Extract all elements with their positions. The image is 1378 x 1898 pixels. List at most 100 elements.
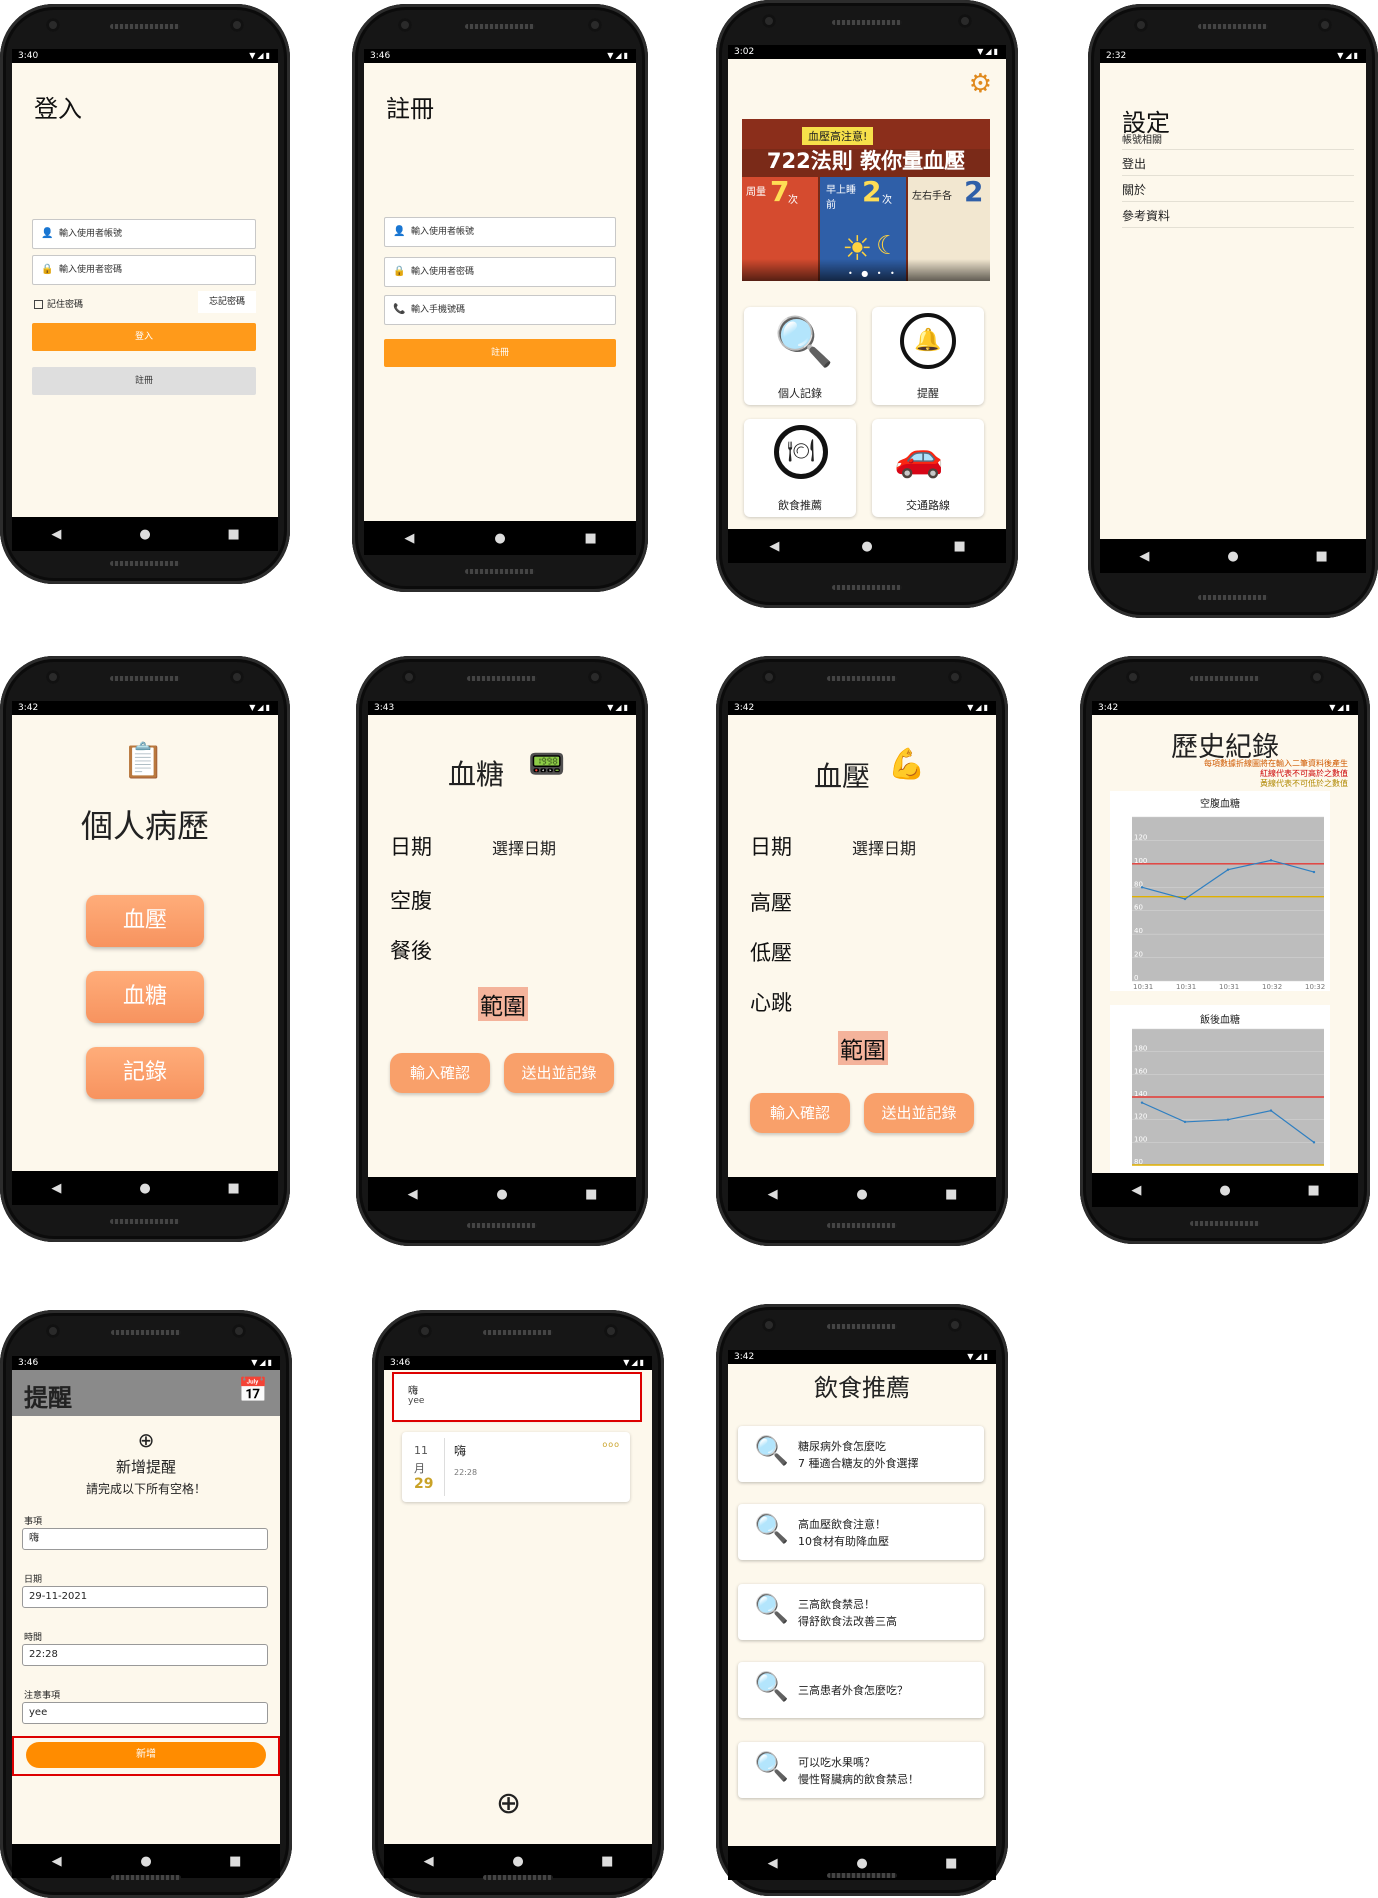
phone-login: 3:40 ▼◢▮ 登入 👤 輸入使用者帳號 🔒 輸入使用者密碼 記住密碼 忘記密碼 登…	[0, 4, 290, 584]
time-input[interactable]: 22:28	[22, 1644, 268, 1666]
back-icon[interactable]: ◀	[743, 1187, 803, 1202]
more-options-icon[interactable]: ooo	[602, 1440, 620, 1449]
carousel-dots[interactable]: • ● • •	[848, 269, 898, 278]
banner-text-2: 早上睡前	[826, 185, 856, 211]
card-month-number: 11	[414, 1444, 428, 1457]
home-icon[interactable]: ●	[470, 531, 530, 546]
recents-icon[interactable]: ■	[921, 1856, 981, 1871]
submit-record-button[interactable]: 送出並記錄	[864, 1093, 974, 1133]
confirm-button[interactable]: 輸入確認	[750, 1093, 850, 1133]
home-icon[interactable]: ●	[115, 527, 175, 542]
home-icon[interactable]: ●	[832, 1187, 892, 1202]
settings-references[interactable]: 參考資料	[1122, 207, 1354, 228]
diet-article-title: 三高患者外食怎麼吃？	[798, 1684, 908, 1697]
back-icon[interactable]: ◀	[27, 1854, 87, 1869]
x-tick-label: 10:32	[1262, 983, 1282, 991]
back-icon[interactable]: ◀	[744, 539, 804, 554]
date-input[interactable]: 29-11-2021	[22, 1586, 268, 1608]
personal-record-label: 個人記錄	[778, 387, 822, 400]
phone-register: 3:46 ▼◢▮ 註冊 👤 輸入使用者帳號 🔒 輸入使用者密碼 📞 輸入手機號碼 註冊 …	[352, 4, 648, 592]
login-button[interactable]: 登入	[32, 323, 256, 351]
data-point	[1226, 868, 1230, 871]
banner-carousel[interactable]: 血壓高注意! 722法則 教你量血壓 周量 7 次 早上睡前 2 次 左右手各 …	[742, 119, 990, 281]
pulse-label: 心跳	[750, 991, 792, 1015]
banner-unit-1: 次	[788, 195, 798, 206]
data-point	[1140, 1101, 1144, 1104]
blood-sugar-button[interactable]: 血糖	[86, 971, 204, 1023]
confirm-button[interactable]: 輸入確認	[390, 1053, 490, 1093]
recents-icon[interactable]: ■	[204, 527, 264, 542]
settings-account[interactable]: 帳號相關	[1122, 131, 1354, 150]
recents-icon[interactable]: ■	[1284, 1183, 1344, 1198]
back-icon[interactable]: ◀	[26, 1181, 86, 1196]
gear-icon[interactable]: ⚙	[969, 69, 992, 99]
home-icon[interactable]: ●	[472, 1187, 532, 1202]
records-button[interactable]: 記錄	[86, 1047, 204, 1099]
home-icon[interactable]: ●	[488, 1854, 548, 1869]
recents-icon[interactable]: ■	[577, 1854, 637, 1869]
settings-logout[interactable]: 登出	[1122, 155, 1354, 176]
diet-article-1[interactable]: 🔍 糖尿病外食怎麼吃 7 種適合糖友的外食選擇	[738, 1426, 984, 1482]
register-button[interactable]: 註冊	[32, 367, 256, 395]
remember-checkbox[interactable]: 記住密碼	[34, 297, 83, 310]
back-icon[interactable]: ◀	[383, 1187, 443, 1202]
calendar-icon[interactable]: 📅	[238, 1376, 268, 1404]
date-picker[interactable]: 選擇日期	[492, 835, 556, 859]
diastolic-label: 低壓	[750, 941, 792, 965]
back-icon[interactable]: ◀	[399, 1854, 459, 1869]
recents-icon[interactable]: ■	[204, 1181, 264, 1196]
settings-about[interactable]: 關於	[1122, 181, 1354, 202]
username-input[interactable]: 👤 輸入使用者帳號	[32, 219, 256, 249]
reminder-card[interactable]: 🔔 提醒	[872, 307, 984, 405]
add-circle-button[interactable]: ⊕	[496, 1786, 521, 1821]
home-icon[interactable]: ●	[1195, 1183, 1255, 1198]
date-picker[interactable]: 選擇日期	[852, 835, 916, 859]
username-input[interactable]: 👤 輸入使用者帳號	[384, 217, 616, 247]
diet-article-5[interactable]: 🔍 可以吃水果嗎？ 慢性腎臟病的飲食禁忌！	[738, 1742, 984, 1798]
home-icon[interactable]: ●	[837, 539, 897, 554]
home-icon[interactable]: ●	[1203, 549, 1263, 564]
recents-icon[interactable]: ■	[1292, 549, 1352, 564]
register-button[interactable]: 註冊	[384, 339, 616, 367]
diet-article-4[interactable]: 🔍 三高患者外食怎麼吃？	[738, 1662, 984, 1718]
settings-screen: 2:32 ▼◢▮ 設定 帳號相關 登出 關於 參考資料	[1100, 49, 1366, 539]
recents-icon[interactable]: ■	[561, 531, 621, 546]
back-icon[interactable]: ◀	[1114, 549, 1174, 564]
forgot-password-button[interactable]: 忘記密碼	[198, 291, 256, 313]
back-icon[interactable]: ◀	[26, 527, 86, 542]
home-icon[interactable]: ●	[832, 1856, 892, 1871]
y-tick-label: 0	[1134, 974, 1138, 982]
recents-icon[interactable]: ■	[561, 1187, 621, 1202]
diet-article-3[interactable]: 🔍 三高飲食禁忌！ 得舒飲食法改善三高	[738, 1584, 984, 1640]
back-icon[interactable]: ◀	[743, 1856, 803, 1871]
diet-article-2[interactable]: 🔍 高血壓飲食注意！ 10食材有助降血壓	[738, 1504, 984, 1560]
blood-pressure-screen: 3:42 ▼◢▮ 血壓 💪 日期 選擇日期 高壓 低壓 心跳 範圍 輸入確認 送出…	[728, 701, 996, 1177]
password-input[interactable]: 🔒 輸入使用者密碼	[384, 257, 616, 287]
reminder-item-card[interactable]: 11 月 29 嗨 22:28 ooo	[402, 1432, 630, 1502]
card-time: 22:28	[454, 1468, 478, 1477]
form-title: 新增提醒	[115, 1458, 176, 1476]
home-icon[interactable]: ●	[115, 1181, 175, 1196]
recents-icon[interactable]: ■	[930, 539, 990, 554]
register-screen: 3:46 ▼◢▮ 註冊 👤 輸入使用者帳號 🔒 輸入使用者密碼 📞 輸入手機號碼 註冊	[364, 49, 636, 521]
y-tick-label: 160	[1134, 1067, 1147, 1075]
y-tick-label: 20	[1134, 951, 1143, 959]
note-input[interactable]: yee	[22, 1702, 268, 1724]
password-input[interactable]: 🔒 輸入使用者密碼	[32, 255, 256, 285]
phone-diet: 3:42 ▼◢▮ 飲食推薦 🔍 糖尿病外食怎麼吃 7 種適合糖友的外食選擇 🔍 高血壓飲…	[716, 1304, 1008, 1896]
blood-pressure-button[interactable]: 血壓	[86, 895, 204, 947]
phone-history-records: 3:42 ▼◢▮ 歷史紀錄 每項數據折線圖將在輸入二筆資料後產生 紅線代表不可高於之…	[1080, 656, 1370, 1244]
home-icon[interactable]: ●	[116, 1854, 176, 1869]
phone-input[interactable]: 📞 輸入手機號碼	[384, 295, 616, 325]
recents-icon[interactable]: ■	[205, 1854, 265, 1869]
submit-record-button[interactable]: 送出並記錄	[504, 1053, 614, 1093]
personal-record-card[interactable]: 🔍 個人記錄	[744, 307, 856, 405]
traffic-route-card[interactable]: 🚗 交通路線	[872, 419, 984, 517]
data-point	[1183, 1120, 1187, 1124]
nav-bar: ◀ ● ■	[1100, 539, 1366, 573]
item-input[interactable]: 嗨	[22, 1528, 268, 1550]
back-icon[interactable]: ◀	[379, 531, 439, 546]
diet-card[interactable]: 🍽 飲食推薦	[744, 419, 856, 517]
back-icon[interactable]: ◀	[1106, 1183, 1166, 1198]
recents-icon[interactable]: ■	[921, 1187, 981, 1202]
